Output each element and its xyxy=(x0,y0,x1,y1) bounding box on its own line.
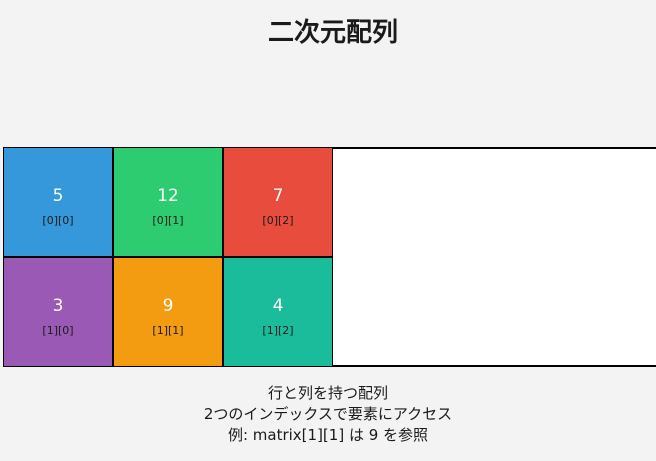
matrix-cell: 7 [0][2] xyxy=(223,147,333,257)
cell-value: 3 xyxy=(52,296,64,316)
caption-line: 行と列を持つ配列 xyxy=(267,384,388,402)
cell-index: [1][0] xyxy=(42,324,74,337)
cell-index: [0][0] xyxy=(42,214,74,227)
matrix-cell: 5 [0][0] xyxy=(3,147,113,257)
cell-index: [0][2] xyxy=(262,214,294,227)
matrix-grid: 5 [0][0] 12 [0][1] 7 [0][2] 3 [1][0] 9 [… xyxy=(3,147,656,367)
diagram-caption: 行と列を持つ配列 2つのインデックスで要素にアクセス 例: matrix[1][… xyxy=(0,383,656,446)
caption-line: 例: matrix[1][1] は 9 を参照 xyxy=(227,426,429,444)
diagram-title: 二次元配列 xyxy=(267,18,398,48)
cell-value: 7 xyxy=(272,186,284,206)
cell-value: 5 xyxy=(52,186,64,206)
cell-index: [0][1] xyxy=(152,214,184,227)
matrix-cell: 12 [0][1] xyxy=(113,147,223,257)
matrix-cell: 3 [1][0] xyxy=(3,257,113,367)
cell-index: [1][1] xyxy=(152,324,184,337)
matrix-cell: 4 [1][2] xyxy=(223,257,333,367)
caption-line: 2つのインデックスで要素にアクセス xyxy=(203,405,453,423)
cell-index: [1][2] xyxy=(262,324,294,337)
cell-value: 9 xyxy=(162,296,174,316)
cell-value: 12 xyxy=(157,186,179,206)
cell-value: 4 xyxy=(272,296,284,316)
matrix-cell: 9 [1][1] xyxy=(113,257,223,367)
